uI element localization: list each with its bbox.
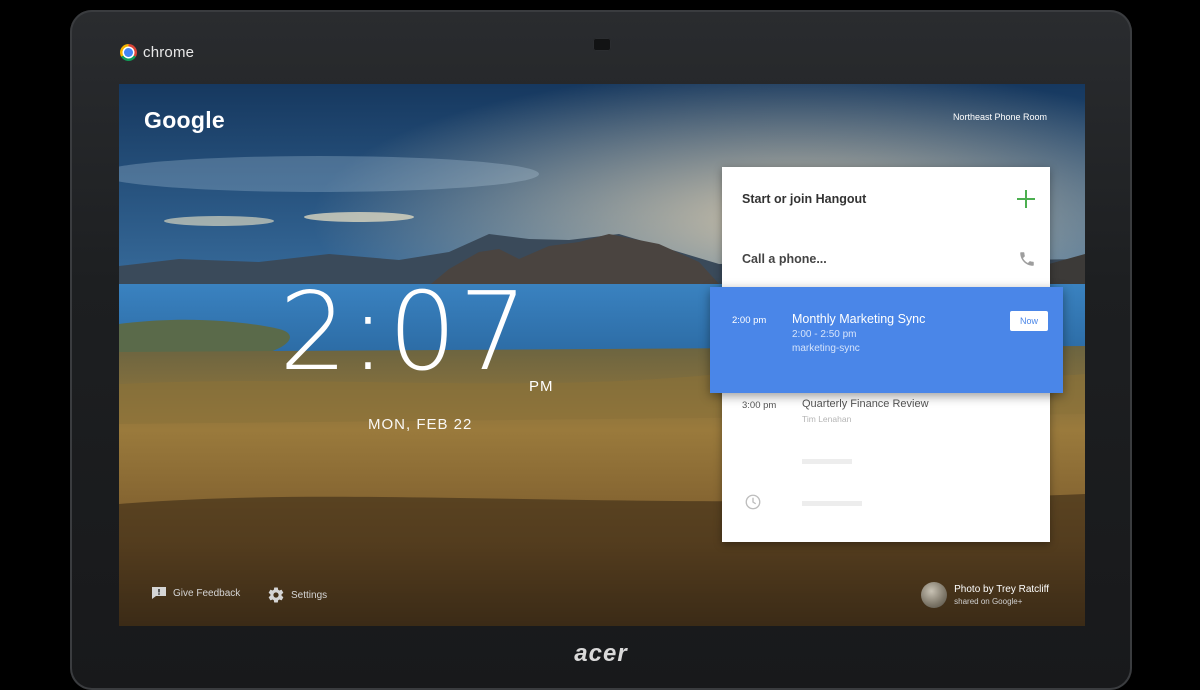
current-event-time: 2:00 pm	[732, 315, 767, 326]
camera	[593, 38, 611, 51]
photo-credit: Photo by Trey Ratcliff shared on Google+	[921, 582, 1049, 608]
upcoming-events: 3:00 pm Quarterly Finance Review Tim Len…	[722, 393, 1050, 542]
clock-date: MON, FEB 22	[368, 416, 473, 433]
current-event-title: Monthly Marketing Sync	[792, 312, 926, 326]
start-hangout-row[interactable]: Start or join Hangout	[722, 167, 1050, 231]
start-hangout-label: Start or join Hangout	[742, 192, 867, 206]
screen: Google Northeast Phone Room 2:07 PM MON,…	[119, 84, 1085, 626]
call-phone-label: Call a phone...	[742, 252, 827, 266]
photo-credit-name: Photo by Trey Ratcliff	[954, 584, 1049, 595]
placeholder-line	[802, 501, 862, 506]
event-subtitle: Tim Lenahan	[802, 414, 852, 424]
join-now-button[interactable]: Now	[1010, 311, 1048, 331]
brand-logo: acer	[574, 640, 628, 667]
clock-time: 2:07	[279, 270, 530, 395]
give-feedback-link[interactable]: Give Feedback	[151, 586, 240, 600]
google-logo: Google	[144, 107, 226, 133]
clock-icon	[745, 494, 761, 510]
placeholder-line	[802, 459, 852, 464]
current-event[interactable]: 2:00 pm Monthly Marketing Sync 2:00 - 2:…	[710, 287, 1063, 393]
clock-ampm: PM	[529, 378, 554, 395]
current-event-range: 2:00 - 2:50 pm	[792, 329, 857, 340]
event-title[interactable]: Quarterly Finance Review	[802, 398, 929, 410]
room-name: Northeast Phone Room	[952, 112, 1047, 122]
avatar	[921, 582, 948, 608]
photo-credit-source: shared on Google+	[954, 597, 1023, 606]
phone-icon[interactable]	[1018, 250, 1036, 268]
event-time: 3:00 pm	[742, 400, 777, 411]
current-event-room: marketing-sync	[792, 343, 860, 354]
settings-label: Settings	[291, 589, 328, 601]
settings-link[interactable]: Settings	[267, 586, 327, 604]
give-feedback-label: Give Feedback	[173, 587, 241, 599]
call-phone-row[interactable]: Call a phone...	[722, 231, 1050, 287]
chrome-badge: chrome	[120, 44, 194, 61]
chrome-logo-icon	[120, 44, 137, 61]
gear-icon	[268, 587, 284, 603]
chrome-label: chrome	[143, 44, 195, 61]
feedback-icon	[152, 587, 166, 599]
plus-icon[interactable]	[1016, 189, 1036, 209]
